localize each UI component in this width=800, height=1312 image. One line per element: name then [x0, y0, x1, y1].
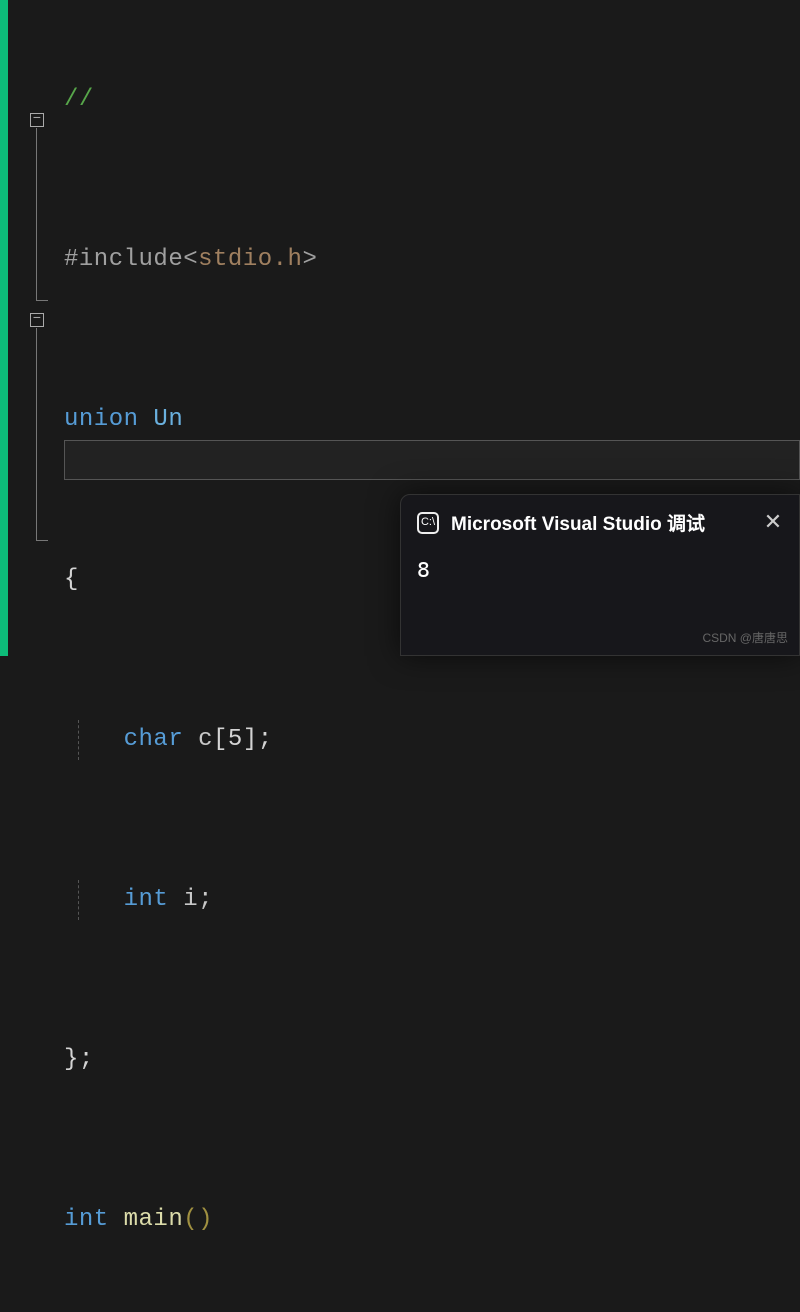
indent	[64, 886, 124, 913]
keyword-union: union	[64, 406, 139, 433]
fold-line	[36, 128, 37, 300]
fold-toggle-union[interactable]: −	[30, 113, 44, 127]
type-name: Un	[153, 406, 183, 433]
fold-line-end	[36, 540, 48, 541]
fold-line-end	[36, 300, 48, 301]
code-line[interactable]: //	[64, 80, 526, 120]
code-line[interactable]: union Un	[64, 400, 526, 440]
angle-close: >	[302, 246, 317, 273]
change-indicator-bar	[0, 0, 8, 656]
keyword-int: int	[64, 1206, 109, 1233]
code-line[interactable]: int i;	[64, 880, 526, 920]
code-line[interactable]: };	[64, 1040, 526, 1080]
variable: c	[198, 726, 213, 753]
comment: //	[64, 86, 94, 113]
watermark: CSDN @唐唐思	[702, 629, 788, 646]
array-size: [5];	[213, 726, 273, 753]
fold-gutter: − −	[8, 0, 40, 656]
code-line[interactable]: #include<stdio.h>	[64, 240, 526, 280]
indent-guide	[78, 880, 79, 920]
variable: i;	[183, 886, 213, 913]
console-icon: C:\	[417, 512, 439, 534]
fold-line	[36, 328, 37, 540]
console-title: Microsoft Visual Studio 调试	[451, 509, 751, 536]
include-path: stdio.h	[198, 246, 302, 273]
brace-close: };	[64, 1046, 94, 1073]
keyword-char: char	[124, 726, 184, 753]
close-icon[interactable]: ✕	[763, 510, 783, 536]
brace-open: {	[64, 566, 79, 593]
include-keyword: #include	[64, 246, 183, 273]
indent-guide	[78, 720, 79, 760]
code-line[interactable]: char c[5];	[64, 720, 526, 760]
keyword-int: int	[124, 886, 169, 913]
indent	[64, 726, 124, 753]
function-main: main	[124, 1206, 184, 1233]
fold-toggle-main[interactable]: −	[30, 313, 44, 327]
console-output: 8	[401, 546, 799, 587]
parens: ()	[183, 1206, 213, 1233]
code-line[interactable]: int main()	[64, 1200, 526, 1240]
angle-open: <	[183, 246, 198, 273]
console-titlebar[interactable]: C:\ Microsoft Visual Studio 调试 ✕	[401, 495, 799, 546]
